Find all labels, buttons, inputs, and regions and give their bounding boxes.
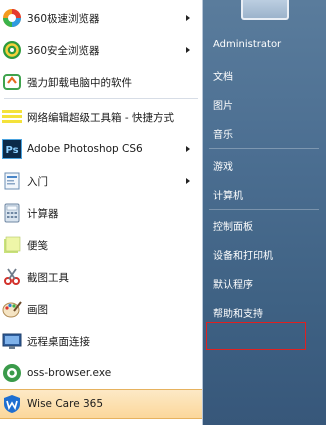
avatar[interactable] [241, 0, 289, 20]
places-item-control-panel[interactable]: 控制面板 [213, 218, 253, 233]
program-item-photoshop[interactable]: Ps Adobe Photoshop CS6 [0, 134, 202, 164]
program-label: 入门 [27, 175, 48, 188]
program-item-getting-started[interactable]: 入门 [0, 166, 202, 196]
start-menu: 360极速浏览器 360安全浏览器 强力卸载电脑中的软件 网络编辑超级工具箱 -… [0, 0, 326, 425]
programs-panel: 360极速浏览器 360安全浏览器 强力卸载电脑中的软件 网络编辑超级工具箱 -… [0, 0, 203, 425]
divider [209, 148, 319, 149]
places-item-administrator[interactable]: Administrator [213, 39, 281, 50]
submenu-arrow-icon [186, 15, 190, 21]
remote-desktop-icon [2, 331, 22, 351]
program-label: 网络编辑超级工具箱 - 快捷方式 [27, 111, 174, 124]
places-item-games[interactable]: 游戏 [213, 158, 233, 173]
program-item-toolbox-shortcut[interactable]: 网络编辑超级工具箱 - 快捷方式 [0, 102, 202, 132]
places-item-help-support[interactable]: 帮助和支持 [213, 305, 263, 320]
wise-care-icon [2, 394, 22, 414]
places-item-default-programs[interactable]: 默认程序 [213, 276, 253, 291]
program-item-360-safe-browser[interactable]: 360安全浏览器 [0, 35, 202, 65]
program-item-paint[interactable]: 画图 [0, 294, 202, 324]
calculator-icon [2, 203, 22, 223]
360-safe-browser-icon [2, 40, 22, 60]
program-label: 强力卸载电脑中的软件 [27, 76, 132, 89]
program-label: 360安全浏览器 [27, 44, 100, 57]
360-speed-browser-icon [2, 8, 22, 28]
toolbox-shortcut-icon [2, 107, 22, 127]
places-item-computer[interactable]: 计算机 [213, 187, 243, 202]
program-item-snipping-tool[interactable]: 截图工具 [0, 262, 202, 292]
program-label: 画图 [27, 303, 48, 316]
sticky-notes-icon [2, 235, 22, 255]
getting-started-icon [2, 171, 22, 191]
highlight-box [206, 322, 306, 350]
program-label: 便笺 [27, 239, 48, 252]
program-item-uninstall[interactable]: 强力卸载电脑中的软件 [0, 67, 202, 97]
program-label: 截图工具 [27, 271, 69, 284]
program-label: 远程桌面连接 [27, 335, 90, 348]
photoshop-icon: Ps [2, 139, 22, 159]
program-label: Wise Care 365 [27, 398, 104, 410]
svg-text:Ps: Ps [5, 145, 18, 156]
places-item-music[interactable]: 音乐 [213, 126, 233, 141]
program-item-360-speed-browser[interactable]: 360极速浏览器 [0, 3, 202, 33]
uninstall-icon [2, 72, 22, 92]
places-item-pictures[interactable]: 图片 [213, 97, 233, 112]
program-item-remote-desktop[interactable]: 远程桌面连接 [0, 326, 202, 356]
program-item-oss-browser[interactable]: oss-browser.exe [0, 358, 202, 388]
places-panel: Administrator 文档 图片 音乐 游戏 计算机 控制面板 设备和打印… [203, 0, 326, 425]
program-label: oss-browser.exe [27, 367, 112, 379]
snipping-tool-icon [2, 267, 22, 287]
places-item-devices-printers[interactable]: 设备和打印机 [213, 247, 273, 262]
program-item-sticky-notes[interactable]: 便笺 [0, 230, 202, 260]
program-label: 计算器 [27, 207, 59, 220]
program-item-calculator[interactable]: 计算器 [0, 198, 202, 228]
submenu-arrow-icon [186, 47, 190, 53]
program-label: Adobe Photoshop CS6 [27, 143, 143, 155]
program-label: 360极速浏览器 [27, 12, 100, 25]
paint-icon [2, 299, 22, 319]
oss-browser-icon [2, 363, 22, 383]
program-item-wise-care[interactable]: Wise Care 365 [0, 389, 202, 419]
divider [4, 98, 198, 99]
divider [209, 209, 319, 210]
submenu-arrow-icon [186, 178, 190, 184]
submenu-arrow-icon [186, 146, 190, 152]
places-item-documents[interactable]: 文档 [213, 68, 233, 83]
